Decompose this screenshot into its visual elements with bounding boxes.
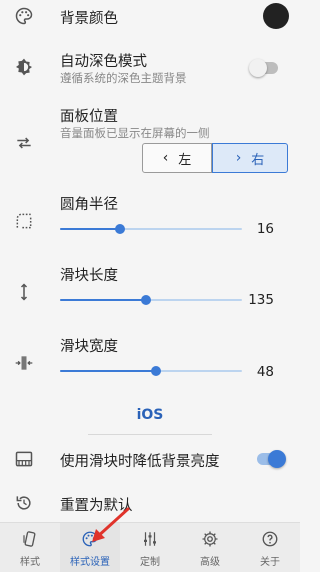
rounded-corner-icon xyxy=(16,213,32,229)
nav-about[interactable]: 关于 xyxy=(240,523,300,572)
help-icon xyxy=(262,531,278,547)
vertical-arrows-icon xyxy=(20,283,28,301)
dim-background-icon xyxy=(15,451,33,467)
dim-background-toggle-knob xyxy=(268,450,286,468)
slider-width-slider-fill xyxy=(60,370,157,372)
nav-advanced-label: 高级 xyxy=(200,557,220,568)
style-section-header: iOS xyxy=(136,407,164,423)
auto-dark-title: 自动深色模式 xyxy=(60,54,147,70)
chevron-left-icon: ‹ xyxy=(162,150,169,166)
nav-customize-label: 定制 xyxy=(140,557,160,568)
auto-dark-row[interactable]: 自动深色模式 遵循系统的深色主题背景 xyxy=(0,42,300,92)
auto-dark-toggle-knob xyxy=(249,59,267,77)
corner-radius-title: 圆角半径 xyxy=(60,197,118,213)
slider-width-slider-thumb[interactable] xyxy=(151,366,162,376)
swap-horizontal-icon xyxy=(17,137,31,149)
nav-style[interactable]: 样式 xyxy=(0,523,60,572)
slider-length-slider[interactable] xyxy=(60,295,242,305)
dim-background-toggle[interactable] xyxy=(257,450,286,468)
corner-radius-slider[interactable] xyxy=(60,224,242,234)
gear-icon xyxy=(202,531,218,547)
chevron-right-icon: › xyxy=(235,150,242,166)
corner-radius-value: 16 xyxy=(256,221,274,237)
dim-background-row[interactable]: 使用滑块时降低背景亮度 xyxy=(0,442,300,476)
style-icon xyxy=(23,531,36,547)
corner-radius-slider-thumb[interactable] xyxy=(115,224,126,234)
panel-position-right-label: 右 xyxy=(251,152,265,168)
slider-length-slider-thumb[interactable] xyxy=(140,295,151,305)
nav-about-label: 关于 xyxy=(260,557,280,568)
corner-radius-slider-fill xyxy=(60,228,121,230)
slider-width-value: 48 xyxy=(256,364,274,380)
nav-style-settings-label: 样式设置 xyxy=(70,557,110,568)
panel-position-left-label: 左 xyxy=(178,152,192,168)
slider-width-slider[interactable] xyxy=(60,366,242,376)
panel-position-right-button[interactable]: › 右 xyxy=(212,143,288,173)
bottom-navigation: 样式 样式设置 定制 高级 关于 xyxy=(0,522,300,572)
restore-icon xyxy=(16,496,31,510)
slider-length-slider-fill xyxy=(60,299,146,301)
nav-style-label: 样式 xyxy=(20,557,40,568)
background-color-swatch[interactable] xyxy=(263,3,289,29)
nav-advanced[interactable]: 高级 xyxy=(180,523,240,572)
sliders-icon xyxy=(144,532,156,546)
slider-length-title: 滑块长度 xyxy=(60,268,118,284)
panel-position-subtitle: 音量面板已显示在屏幕的一侧 xyxy=(60,126,210,140)
background-color-title: 背景颜色 xyxy=(60,11,118,27)
auto-dark-toggle[interactable] xyxy=(249,59,278,77)
slider-width-title: 滑块宽度 xyxy=(60,339,118,355)
panel-position-left-button[interactable]: ‹ 左 xyxy=(142,143,212,173)
slider-length-value: 135 xyxy=(248,292,274,308)
section-divider xyxy=(88,434,212,435)
horizontal-resize-icon xyxy=(15,356,33,370)
reset-row[interactable]: 重置为默认 xyxy=(0,487,300,519)
brightness-auto-icon xyxy=(16,58,32,76)
panel-position-title: 面板位置 xyxy=(60,109,118,125)
auto-dark-subtitle: 遵循系统的深色主题背景 xyxy=(60,71,187,85)
annotation-arrow-icon xyxy=(92,507,130,542)
background-color-row[interactable]: 背景颜色 xyxy=(0,0,300,36)
dim-background-title: 使用滑块时降低背景亮度 xyxy=(60,454,220,470)
palette-icon xyxy=(15,7,33,25)
